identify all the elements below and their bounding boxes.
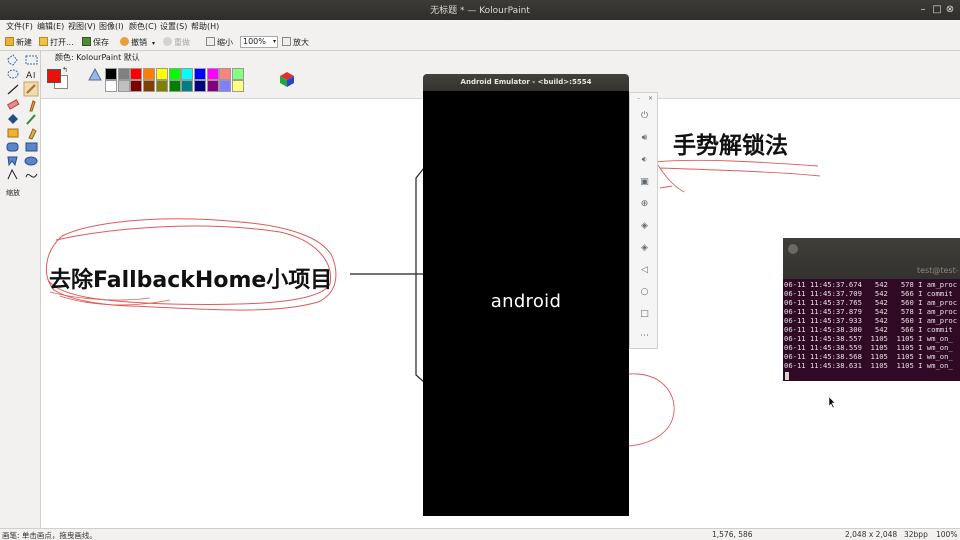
status-zoom: 100% [936, 530, 958, 539]
status-image-size: 2,048 x 2,048 [845, 530, 898, 539]
status-color-depth: 32bpp [904, 530, 928, 539]
mouse-pointer-layer [828, 396, 836, 409]
status-bar: 画笔: 单击画点，拖曳画线。 1,576, 586 2,048 x 2,048 … [0, 528, 960, 540]
status-cursor-position: 1,576, 586 [712, 530, 753, 539]
mouse-cursor-icon [828, 396, 836, 409]
status-hint: 画笔: 单击画点，拖曳画线。 [2, 531, 97, 540]
screen: 无标题 * — KolourPaint – □ ⊗ 文件(F) 编辑(E) 视图… [0, 0, 960, 540]
